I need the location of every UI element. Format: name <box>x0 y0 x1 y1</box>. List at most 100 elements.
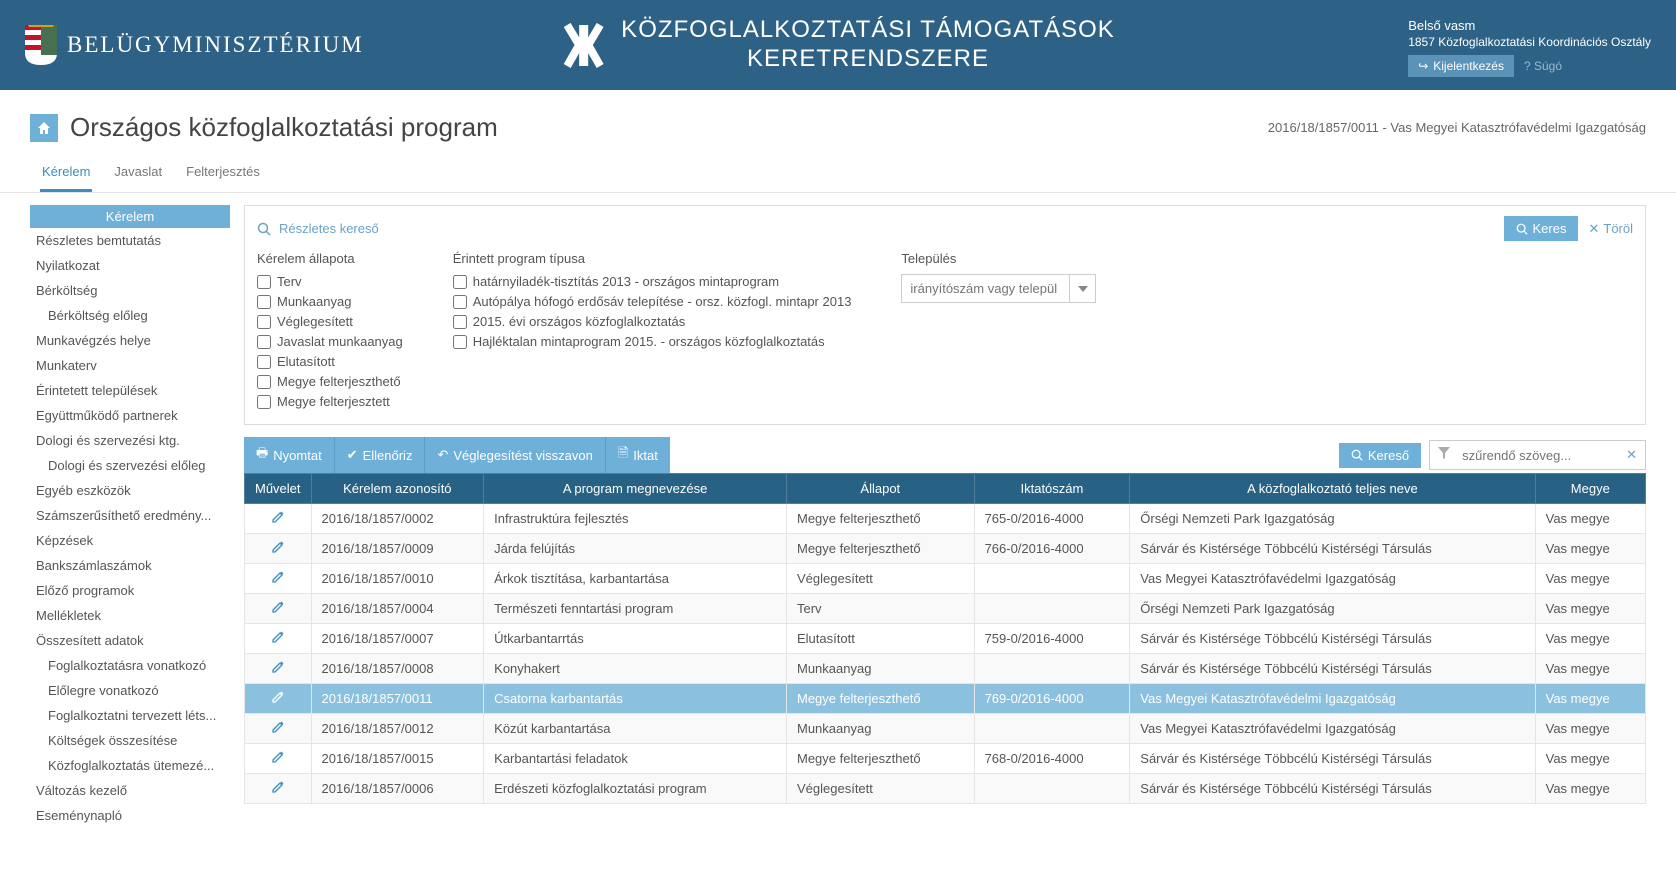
filter-input[interactable] <box>1458 441 1618 469</box>
table-row[interactable]: 2016/18/1857/0006Erdészeti közfoglalkozt… <box>245 774 1646 804</box>
status-checkbox[interactable]: Megye felterjesztett <box>257 394 403 409</box>
sidebar-item[interactable]: Összesített adatok <box>30 628 230 653</box>
table-row[interactable]: 2016/18/1857/0012Közút karbantartásaMunk… <box>245 714 1646 744</box>
town-input[interactable] <box>901 274 1096 303</box>
context-info: 2016/18/1857/0011 - Vas Megyei Katasztró… <box>1268 120 1646 135</box>
checkbox-input[interactable] <box>257 315 271 329</box>
sidebar-item[interactable]: Bérköltség előleg <box>30 303 230 328</box>
sidebar-item[interactable]: Bérköltség <box>30 278 230 303</box>
table-row[interactable]: 2016/18/1857/0004Természeti fenntartási … <box>245 594 1646 624</box>
sidebar-item[interactable]: Érintetett települések <box>30 378 230 403</box>
town-dropdown-toggle[interactable] <box>1069 275 1095 302</box>
sidebar-item[interactable]: Költségek összesítése <box>30 728 230 753</box>
program-checkbox[interactable]: határnyiladék-tisztítás 2013 - országos … <box>453 274 852 289</box>
column-header[interactable]: Kérelem azonosító <box>311 474 484 504</box>
clear-button[interactable]: ✕ Töröl <box>1588 221 1633 237</box>
edit-icon[interactable] <box>255 660 301 677</box>
revoke-button[interactable]: ↶Véglegesítést visszavon <box>425 437 605 473</box>
edit-icon[interactable] <box>255 540 301 557</box>
table-row[interactable]: 2016/18/1857/0002Infrastruktúra fejleszt… <box>245 504 1646 534</box>
checkbox-input[interactable] <box>453 315 467 329</box>
table-row[interactable]: 2016/18/1857/0009Járda felújításMegye fe… <box>245 534 1646 564</box>
column-header[interactable]: A program megnevezése <box>484 474 787 504</box>
sidebar-item[interactable]: Foglalkoztatni tervezett léts... <box>30 703 230 728</box>
table-row[interactable]: 2016/18/1857/0008KonyhakertMunkaanyagSár… <box>245 654 1646 684</box>
tab-felterjesztés[interactable]: Felterjesztés <box>184 156 262 192</box>
edit-icon[interactable] <box>255 510 301 527</box>
program-checkbox[interactable]: 2015. évi országos közfoglalkoztatás <box>453 314 852 329</box>
tab-javaslat[interactable]: Javaslat <box>112 156 164 192</box>
edit-icon[interactable] <box>255 780 301 797</box>
status-checkbox[interactable]: Munkaanyag <box>257 294 403 309</box>
edit-icon[interactable] <box>255 720 301 737</box>
header-left: BELÜGYMINISZTÉRIUM <box>0 25 364 65</box>
checkbox-input[interactable] <box>257 275 271 289</box>
sidebar-item[interactable]: Mellékletek <box>30 603 230 628</box>
sidebar-item[interactable]: Számszerűsíthető eredmény... <box>30 503 230 528</box>
search-panel-title: Részletes kereső <box>257 221 379 236</box>
sidebar-item[interactable]: Dologi és szervezési előleg <box>30 453 230 478</box>
table-row[interactable]: 2016/18/1857/0010Árkok tisztítása, karba… <box>245 564 1646 594</box>
logout-icon: ↪ <box>1418 59 1428 73</box>
print-button[interactable]: 🖶Nyomtat <box>244 437 335 473</box>
sidebar-item[interactable]: Előlegre vonatkozó <box>30 678 230 703</box>
search-button[interactable]: Keres <box>1504 216 1579 241</box>
checkbox-input[interactable] <box>257 295 271 309</box>
filter-clear-button[interactable]: ✕ <box>1618 441 1645 469</box>
table-row[interactable]: 2016/18/1857/0011Csatorna karbantartásMe… <box>245 684 1646 714</box>
checkbox-input[interactable] <box>453 295 467 309</box>
sidebar-item[interactable]: Eseménynapló <box>30 803 230 828</box>
cell-name: Útkarbantarrtás <box>484 624 787 654</box>
edit-icon[interactable] <box>255 570 301 587</box>
status-checkbox[interactable]: Megye felterjeszthető <box>257 374 403 389</box>
column-header[interactable]: Művelet <box>245 474 312 504</box>
checkbox-input[interactable] <box>453 275 467 289</box>
sidebar-item[interactable]: Foglalkoztatásra vonatkozó <box>30 653 230 678</box>
file-button[interactable]: 🗎Iktat <box>606 437 670 473</box>
checkbox-input[interactable] <box>257 355 271 369</box>
column-header[interactable]: A közfoglalkoztató teljes neve <box>1130 474 1535 504</box>
logout-button[interactable]: ↪ Kijelentkezés <box>1408 55 1514 77</box>
program-checkbox[interactable]: Autópálya hófogó erdősáv telepítése - or… <box>453 294 852 309</box>
column-header[interactable]: Iktatószám <box>974 474 1130 504</box>
home-button[interactable] <box>30 114 58 142</box>
user-org: 1857 Közfoglalkoztatási Koordinációs Osz… <box>1408 35 1651 49</box>
sidebar-item[interactable]: Képzések <box>30 528 230 553</box>
checkbox-input[interactable] <box>257 395 271 409</box>
sidebar-item[interactable]: Együttműködő partnerek <box>30 403 230 428</box>
sidebar-item[interactable]: Egyéb eszközök <box>30 478 230 503</box>
sidebar-item[interactable]: Nyilatkozat <box>30 253 230 278</box>
table-search-button[interactable]: Kereső <box>1339 443 1421 468</box>
help-link[interactable]: ? Súgó <box>1524 59 1562 73</box>
edit-icon[interactable] <box>255 690 301 707</box>
cell-county: Vas megye <box>1535 744 1645 774</box>
sidebar-item[interactable]: Közfoglalkoztatás ütemezé... <box>30 753 230 778</box>
table-row[interactable]: 2016/18/1857/0007ÚtkarbantarrtásElutasít… <box>245 624 1646 654</box>
checkbox-input[interactable] <box>257 375 271 389</box>
status-checkbox[interactable]: Javaslat munkaanyag <box>257 334 403 349</box>
sidebar-item[interactable]: Bankszámlaszámok <box>30 553 230 578</box>
tab-kérelem[interactable]: Kérelem <box>40 156 92 192</box>
program-checkbox[interactable]: Hajléktalan mintaprogram 2015. - országo… <box>453 334 852 349</box>
edit-icon[interactable] <box>255 630 301 647</box>
cell-county: Vas megye <box>1535 534 1645 564</box>
sidebar-item[interactable]: Részletes bemtutatás <box>30 228 230 253</box>
checkbox-input[interactable] <box>453 335 467 349</box>
cell-org: Őrségi Nemzeti Park Igazgatóság <box>1130 504 1535 534</box>
sidebar-item[interactable]: Változás kezelő <box>30 778 230 803</box>
check-button[interactable]: ✔Ellenőriz <box>335 437 426 473</box>
column-header[interactable]: Állapot <box>787 474 975 504</box>
status-checkbox[interactable]: Elutasított <box>257 354 403 369</box>
sidebar-item[interactable]: Munkaterv <box>30 353 230 378</box>
column-header[interactable]: Megye <box>1535 474 1645 504</box>
table-row[interactable]: 2016/18/1857/0015Karbantartási feladatok… <box>245 744 1646 774</box>
status-checkbox[interactable]: Terv <box>257 274 403 289</box>
checkbox-input[interactable] <box>257 335 271 349</box>
sidebar-item[interactable]: Munkavégzés helye <box>30 328 230 353</box>
sidebar-item[interactable]: Dologi és szervezési ktg. <box>30 428 230 453</box>
results-table: MűveletKérelem azonosítóA program megnev… <box>244 473 1646 804</box>
edit-icon[interactable] <box>255 750 301 767</box>
status-checkbox[interactable]: Véglegesített <box>257 314 403 329</box>
edit-icon[interactable] <box>255 600 301 617</box>
sidebar-item[interactable]: Előző programok <box>30 578 230 603</box>
